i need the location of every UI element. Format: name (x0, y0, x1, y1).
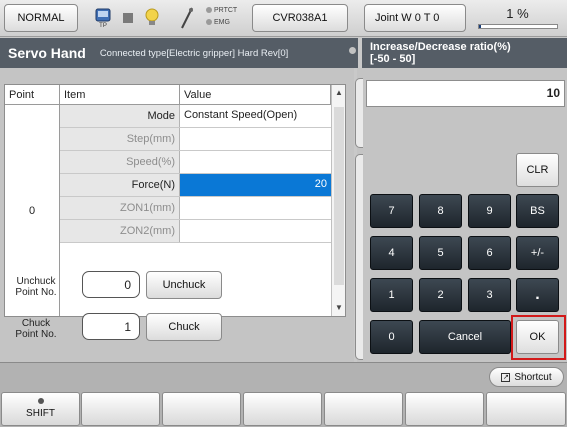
item-cell: Mode (60, 105, 180, 127)
column-header-value: Value (180, 85, 331, 105)
function-key-5[interactable] (405, 392, 484, 426)
keypad-side-tabs (355, 78, 363, 360)
backspace-key[interactable]: BS (516, 194, 559, 228)
function-key-6[interactable] (486, 392, 566, 426)
unchuck-button[interactable]: Unchuck (146, 271, 222, 299)
shift-label: SHIFT (26, 408, 55, 419)
cancel-button[interactable]: Cancel (419, 320, 511, 354)
scroll-up-icon[interactable]: ▲ (332, 85, 346, 101)
joint-label: Joint W 0 T 0 (375, 12, 440, 24)
column-header-item: Item (60, 85, 180, 105)
unchuck-label-line1: Unchuck (16, 276, 56, 287)
side-tab-upper[interactable] (355, 78, 363, 148)
shift-indicator-icon (37, 398, 44, 404)
value-cell-selected[interactable]: 20 (180, 174, 331, 196)
prtct-emg-indicator: PRTCT EMG (206, 5, 246, 33)
unchuck-point-label: Unchuck Point No. (6, 276, 66, 298)
decimal-key[interactable]: . (516, 278, 559, 312)
key-5[interactable]: 5 (419, 236, 462, 270)
teach-pendant-icon: TP (92, 5, 114, 31)
function-key-2[interactable] (162, 392, 241, 426)
key-7[interactable]: 7 (370, 194, 413, 228)
chuck-label-line2: Point No. (15, 329, 57, 340)
value-cell[interactable] (180, 220, 331, 242)
side-tab-lower[interactable] (355, 154, 363, 360)
item-cell: ZON1(mm) (60, 197, 180, 219)
key-3[interactable]: 3 (468, 278, 511, 312)
item-cell: Force(N) (60, 174, 180, 196)
hand-guide-icon (176, 5, 198, 31)
sign-toggle-key[interactable]: +/- (516, 236, 559, 270)
value-cell[interactable] (180, 128, 331, 150)
table-row-step[interactable]: Step(mm) (60, 128, 331, 151)
page-title: Servo Hand (8, 45, 86, 61)
keypad-range: [-50 - 50] (370, 53, 416, 65)
joint-button[interactable]: Joint W 0 T 0 (364, 4, 466, 32)
table-row-speed[interactable]: Speed(%) (60, 151, 331, 174)
robot-name-button[interactable]: CVR038A1 (252, 4, 348, 32)
stop-square-icon (117, 5, 139, 31)
table-row-zon2[interactable]: ZON2(mm) (60, 220, 331, 243)
key-1[interactable]: 1 (370, 278, 413, 312)
speed-label: 1 % (506, 6, 529, 21)
shortcut-label: Shortcut (514, 371, 552, 383)
key-6[interactable]: 6 (468, 236, 511, 270)
table-row-force[interactable]: Force(N) 20 (60, 174, 331, 197)
chuck-button[interactable]: Chuck (146, 313, 222, 341)
unchuck-label-line2: Point No. (15, 287, 57, 298)
chuck-point-label: Chuck Point No. (6, 318, 66, 340)
key-8[interactable]: 8 (419, 194, 462, 228)
servo-hand-header: Servo Hand Connected type[Electric gripp… (0, 38, 358, 68)
unchuck-point-input[interactable]: 0 (82, 271, 140, 298)
chuck-label-line1: Chuck (21, 318, 51, 329)
scroll-down-icon[interactable]: ▼ (332, 300, 346, 316)
item-cell: Speed(%) (60, 151, 180, 173)
value-cell[interactable] (180, 197, 331, 219)
value-cell[interactable]: Constant Speed(Open) (180, 105, 331, 127)
key-0[interactable]: 0 (370, 320, 413, 354)
key-9[interactable]: 9 (468, 194, 511, 228)
speed-bar (478, 24, 558, 29)
ok-button[interactable]: OK (516, 320, 559, 354)
column-header-point: Point (5, 85, 60, 105)
chuck-point-input[interactable]: 1 (82, 313, 140, 340)
function-key-3[interactable] (243, 392, 322, 426)
speed-bar-fill (479, 25, 481, 28)
scrollbar-thumb[interactable] (334, 107, 344, 285)
value-cell[interactable] (180, 151, 331, 173)
prtct-label: PRTCT (214, 7, 238, 14)
mode-button[interactable]: NORMAL (4, 4, 78, 32)
emg-label: EMG (214, 19, 230, 26)
clr-button[interactable]: CLR (516, 153, 559, 187)
keypad-title: Increase/Decrease ratio(%) (370, 41, 511, 53)
status-bar: NORMAL TP PRTCT EMG CVR038A1 Joint W 0 T… (0, 0, 567, 37)
item-cell: ZON2(mm) (60, 220, 180, 242)
shortcut-button[interactable]: ↗ Shortcut (489, 367, 564, 387)
shift-key[interactable]: SHIFT (1, 392, 80, 426)
function-key-1[interactable] (81, 392, 160, 426)
table-scrollbar[interactable]: ▲ ▼ (331, 85, 345, 316)
tp-label: TP (99, 23, 107, 29)
shortcut-icon: ↗ (501, 372, 511, 382)
speed-indicator[interactable]: 1 % (470, 4, 565, 32)
header-indicator-dot (349, 47, 356, 54)
function-key-4[interactable] (324, 392, 403, 426)
item-cell: Step(mm) (60, 128, 180, 150)
key-2[interactable]: 2 (419, 278, 462, 312)
keypad-header: Increase/Decrease ratio(%) [-50 - 50] (362, 38, 567, 68)
table-row-mode[interactable]: Mode Constant Speed(Open) (60, 105, 331, 128)
table-row-zon1[interactable]: ZON1(mm) (60, 197, 331, 220)
key-4[interactable]: 4 (370, 236, 413, 270)
light-bulb-icon (141, 5, 163, 31)
connection-info: Connected type[Electric gripper] Hard Re… (99, 47, 289, 59)
keypad-display[interactable]: 10 (366, 80, 565, 107)
